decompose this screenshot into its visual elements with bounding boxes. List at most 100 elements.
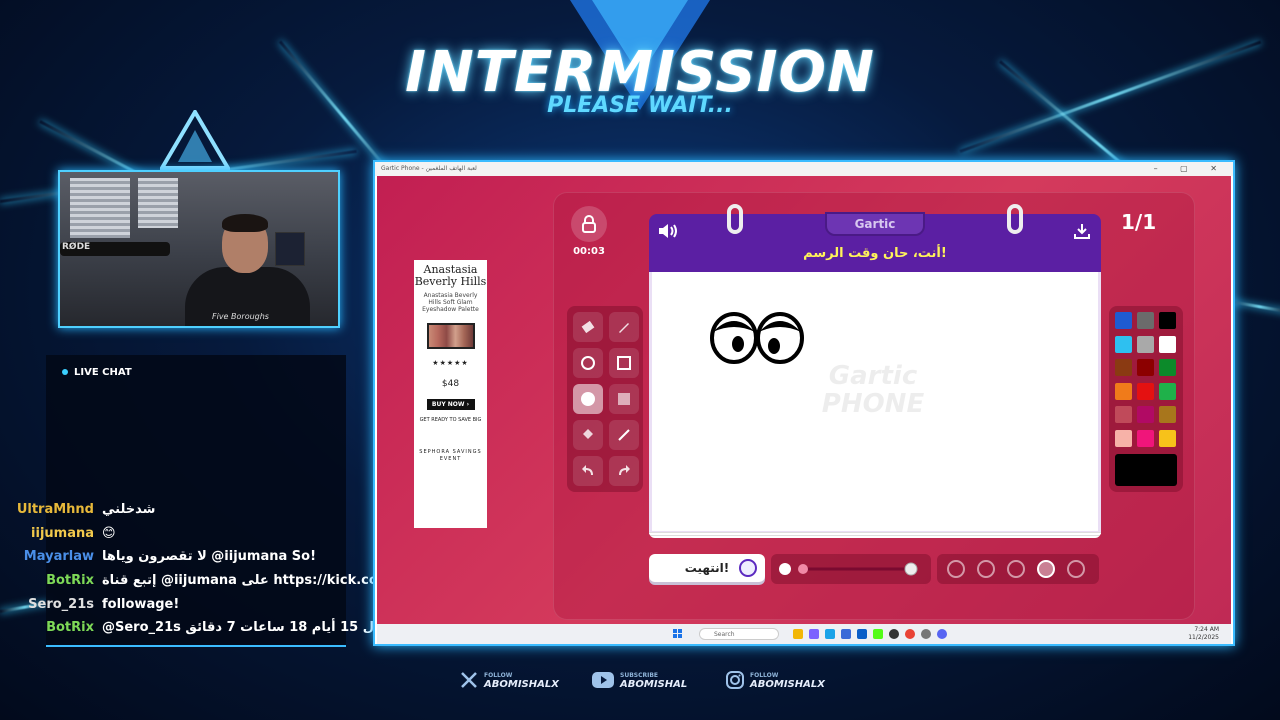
lock-icon[interactable] [571, 206, 607, 242]
social-youtube-handle: ABOMISHAL [620, 679, 688, 690]
canvas-pages [649, 532, 1101, 538]
ad-sponsor: SEPHORA SAVINGS EVENT [419, 449, 482, 462]
chat-username[interactable]: Sero_21s [6, 597, 94, 612]
color-swatch[interactable] [1137, 312, 1154, 329]
live-dot-icon [62, 369, 68, 375]
social-instagram-handle: ABOMISHALX [750, 679, 825, 690]
line-tool-icon[interactable] [609, 420, 639, 450]
windows-taskbar: Search 7:24 AM 11/2/2025 [377, 624, 1231, 644]
brush-size-1[interactable] [947, 560, 965, 578]
opacity-slider[interactable] [771, 554, 931, 584]
color-swatch[interactable] [1137, 359, 1154, 376]
download-icon[interactable] [1073, 222, 1091, 244]
round-counter: 1/1 [1121, 210, 1157, 234]
window-controls[interactable]: – ▢ ✕ [1154, 162, 1227, 176]
speaker-icon[interactable] [657, 222, 679, 244]
side-advertisement[interactable]: Anastasia Beverly Hills Anastasia Beverl… [414, 260, 487, 528]
check-icon [739, 559, 757, 577]
store-icon[interactable] [841, 629, 851, 639]
color-swatch[interactable] [1159, 359, 1176, 376]
chat-message: iijumana 😊 [6, 526, 426, 541]
color-swatch[interactable] [1115, 359, 1132, 376]
instagram-icon [726, 671, 744, 689]
chat-text: followage! [102, 597, 180, 612]
gartic-badge: Gartic [825, 212, 925, 236]
social-instagram: FOLLOW ABOMISHALX [726, 668, 825, 692]
turn-timer: 00:03 [573, 246, 605, 257]
slider-track[interactable] [771, 554, 931, 584]
copilot-icon[interactable] [809, 629, 819, 639]
hoodie-print: Five Boroughs [212, 312, 269, 321]
window-title: Gartic Phone - لعبة الهاتف الملغمين [381, 165, 477, 172]
color-swatch[interactable] [1115, 312, 1132, 329]
color-swatch[interactable] [1159, 312, 1176, 329]
ad-buy-button[interactable]: BUY NOW › [426, 399, 475, 410]
color-swatch[interactable] [1159, 335, 1176, 353]
file-explorer-icon[interactable] [793, 629, 803, 639]
social-x-handle: ABOMISHALX [484, 679, 559, 690]
game-area: Anastasia Beverly Hills Anastasia Beverl… [377, 176, 1231, 624]
chat-message: UltraMhnd شدخلني [6, 502, 426, 517]
color-swatch[interactable] [1137, 429, 1154, 447]
ad-product-image [426, 323, 475, 349]
kick-icon[interactable] [873, 629, 883, 639]
color-swatch[interactable] [1115, 406, 1132, 423]
outlook-icon[interactable] [857, 629, 867, 639]
chat-username[interactable]: iijumana [6, 526, 94, 541]
brush-size-3[interactable] [1007, 560, 1025, 578]
watermark-line-1: Gartic [828, 361, 918, 391]
color-swatch[interactable] [1137, 382, 1154, 400]
ellipse-outline-tool-icon[interactable] [573, 348, 603, 378]
rect-outline-tool-icon[interactable] [609, 348, 639, 378]
chat-username[interactable]: BotRix [6, 620, 94, 635]
brush-size-5[interactable] [1067, 560, 1085, 578]
current-color-swatch [1115, 454, 1177, 486]
chat-username[interactable]: BotRix [6, 573, 94, 588]
color-swatch[interactable] [1159, 429, 1176, 447]
window-blinds [138, 178, 178, 228]
discord-icon[interactable] [937, 629, 947, 639]
mic-brand-label: RØDE [62, 242, 91, 252]
settings-icon[interactable] [921, 629, 931, 639]
color-swatch[interactable] [1115, 335, 1132, 353]
chrome-icon[interactable] [905, 629, 915, 639]
brush-size-picker [937, 554, 1099, 584]
pencil-tool-icon[interactable] [609, 312, 639, 342]
edge-icon[interactable] [825, 629, 835, 639]
live-chat-title: LIVE CHAT [74, 367, 132, 378]
lightning-bolt [1229, 300, 1280, 314]
windows-start-icon[interactable] [673, 629, 683, 639]
rect-fill-tool-icon[interactable] [609, 384, 639, 414]
drawing-canvas[interactable]: Gartic PHONE [649, 272, 1101, 534]
color-swatch[interactable] [1137, 335, 1154, 353]
chat-text: شدخلني [102, 502, 156, 517]
canvas-watermark: Gartic PHONE [788, 362, 958, 418]
obs-icon[interactable] [889, 629, 899, 639]
color-swatch[interactable] [1137, 406, 1154, 423]
taskbar-search[interactable]: Search [699, 628, 779, 640]
binder-ring-right [1007, 204, 1023, 234]
brush-size-4[interactable] [1037, 560, 1055, 578]
bucket-tool-icon[interactable] [573, 420, 603, 450]
color-swatch[interactable] [1115, 429, 1132, 447]
chat-username[interactable]: UltraMhnd [6, 502, 94, 517]
redo-icon[interactable] [609, 456, 639, 486]
monitor [275, 232, 305, 266]
clock-date: 11/2/2025 [1188, 634, 1219, 641]
streamer-hair [222, 214, 268, 232]
color-swatch[interactable] [1159, 406, 1176, 423]
color-swatch[interactable] [1159, 382, 1176, 400]
ad-tagline: GET READY TO SAVE BIG [419, 417, 482, 423]
brush-size-2[interactable] [977, 560, 995, 578]
channel-logo-icon [160, 110, 230, 170]
please-wait-subtitle: PLEASE WAIT... [547, 93, 733, 118]
clock-time: 7:24 AM [1194, 626, 1219, 633]
chat-message: Mayarlaw لا تقصرون وياها @iijumana So! [6, 549, 426, 564]
done-button[interactable]: انتهيت! [649, 554, 765, 582]
color-swatch[interactable] [1115, 382, 1132, 400]
ellipse-fill-tool-icon[interactable] [573, 384, 603, 414]
chat-username[interactable]: Mayarlaw [6, 549, 94, 564]
ad-product: Anastasia Beverly Hills Soft Glam Eyesha… [422, 292, 479, 313]
eraser-tool-icon[interactable] [573, 312, 603, 342]
undo-icon[interactable] [573, 456, 603, 486]
